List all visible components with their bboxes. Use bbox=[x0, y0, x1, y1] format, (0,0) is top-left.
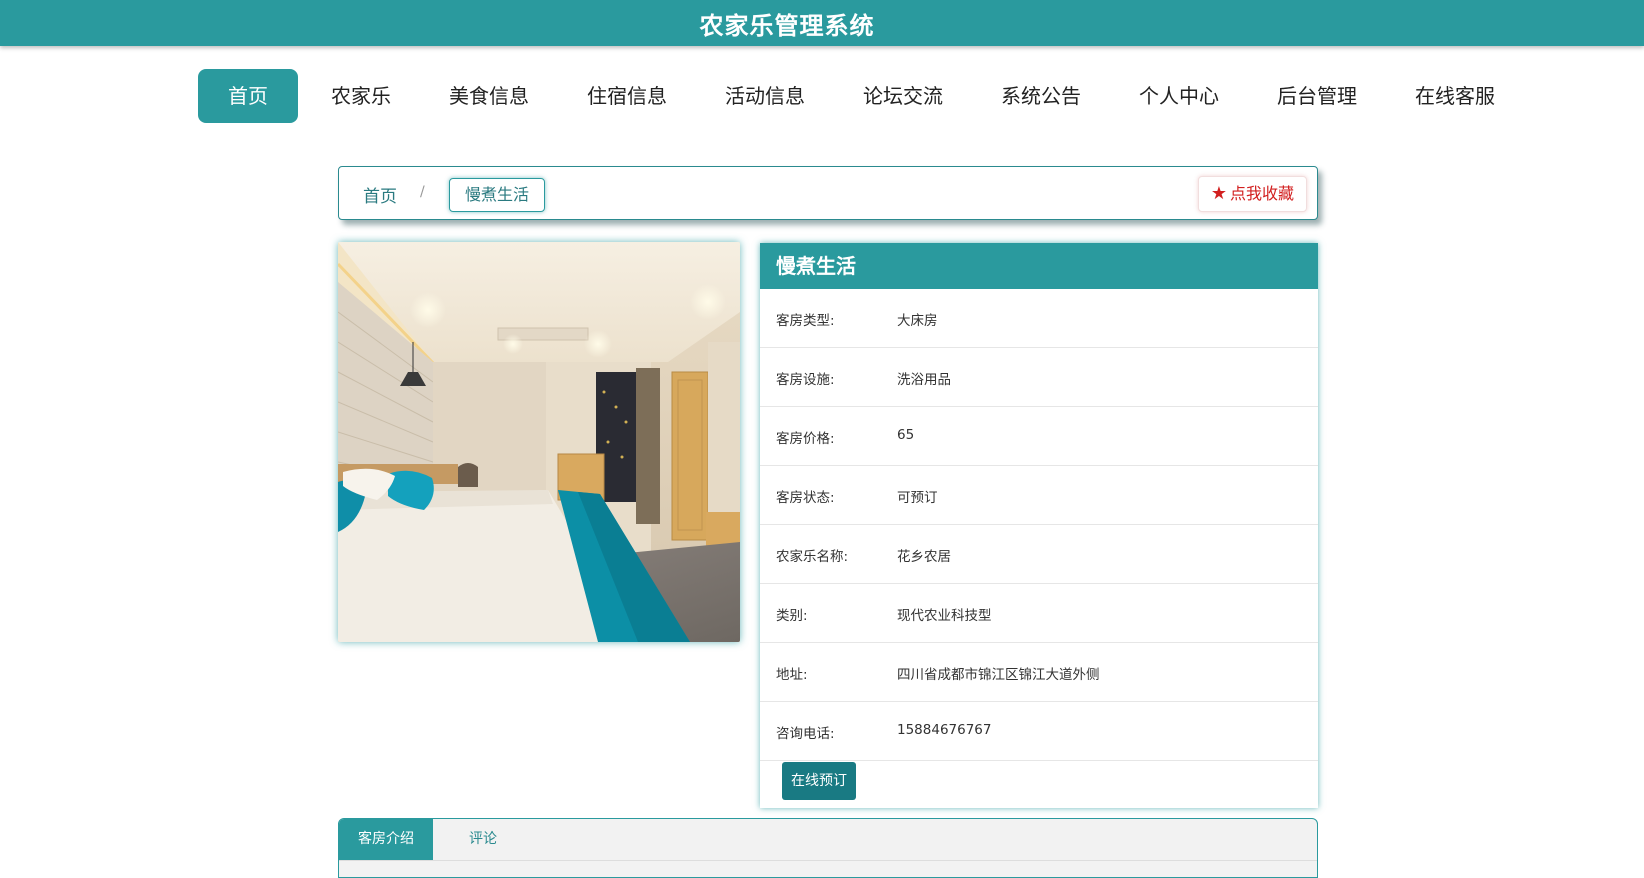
field-value: 大床房 bbox=[897, 313, 938, 329]
nav-item-support[interactable]: 在线客服 bbox=[1386, 69, 1524, 123]
nav-item-forum[interactable]: 论坛交流 bbox=[834, 69, 972, 123]
detail-row: 地址: 四川省成都市锦江区锦江大道外侧 bbox=[760, 643, 1318, 702]
detail-row: 客房设施: 洗浴用品 bbox=[760, 348, 1318, 407]
detail-row: 客房类型: 大床房 bbox=[760, 289, 1318, 348]
field-label: 农家乐名称: bbox=[776, 549, 849, 565]
field-value: 65 bbox=[897, 427, 915, 443]
detail-row: 客房价格: 65 bbox=[760, 407, 1318, 466]
breadcrumb: 首页 / 慢煮生活 ★ 点我收藏 bbox=[338, 166, 1318, 220]
field-label: 类别: bbox=[776, 608, 808, 624]
detail-row: 农家乐名称: 花乡农居 bbox=[760, 525, 1318, 584]
breadcrumb-home-link[interactable]: 首页 bbox=[363, 182, 397, 207]
field-value: 花乡农居 bbox=[897, 549, 951, 565]
nav-item-activities[interactable]: 活动信息 bbox=[696, 69, 834, 123]
field-value: 15884676767 bbox=[897, 722, 992, 738]
breadcrumb-separator: / bbox=[420, 184, 425, 200]
nav-item-lodging[interactable]: 住宿信息 bbox=[558, 69, 696, 123]
field-label: 客房价格: bbox=[776, 431, 835, 447]
field-value: 洗浴用品 bbox=[897, 372, 951, 388]
content-tabs: 客房介绍 评论 bbox=[338, 818, 1318, 878]
field-value: 现代农业科技型 bbox=[897, 608, 992, 624]
detail-row: 客房状态: 可预订 bbox=[760, 466, 1318, 525]
favorite-button-label: 点我收藏 bbox=[1229, 184, 1294, 203]
book-online-button[interactable]: 在线预订 bbox=[782, 762, 856, 800]
field-label: 客房设施: bbox=[776, 372, 835, 388]
field-label: 咨询电话: bbox=[776, 726, 835, 742]
favorite-button[interactable]: ★ 点我收藏 bbox=[1197, 176, 1307, 212]
site-title: 农家乐管理系统 bbox=[699, 11, 875, 40]
nav-item-home[interactable]: 首页 bbox=[198, 69, 298, 123]
nav-item-food[interactable]: 美食信息 bbox=[420, 69, 558, 123]
tab-room-intro[interactable]: 客房介绍 bbox=[339, 819, 433, 860]
main-nav: 首页 农家乐 美食信息 住宿信息 活动信息 论坛交流 系统公告 个人中心 后台管… bbox=[198, 69, 1524, 123]
field-value: 可预订 bbox=[897, 490, 938, 506]
field-label: 地址: bbox=[776, 667, 808, 683]
star-icon: ★ bbox=[1210, 183, 1227, 204]
room-photo bbox=[338, 242, 740, 642]
breadcrumb-current[interactable]: 慢煮生活 bbox=[449, 178, 546, 212]
top-header: 农家乐管理系统 bbox=[0, 0, 1644, 46]
field-label: 客房状态: bbox=[776, 490, 835, 506]
nav-item-profile[interactable]: 个人中心 bbox=[1110, 69, 1248, 123]
room-detail-panel: 慢煮生活 客房类型: 大床房 客房设施: 洗浴用品 客房价格: 65 客房状态:… bbox=[760, 243, 1318, 808]
nav-item-announcements[interactable]: 系统公告 bbox=[972, 69, 1110, 123]
nav-item-farmhouse[interactable]: 农家乐 bbox=[302, 69, 420, 123]
tabs-divider bbox=[339, 860, 1317, 861]
field-value: 四川省成都市锦江区锦江大道外侧 bbox=[897, 667, 1100, 683]
detail-row: 类别: 现代农业科技型 bbox=[760, 584, 1318, 643]
detail-row: 咨询电话: 15884676767 bbox=[760, 702, 1318, 761]
tab-comments[interactable]: 评论 bbox=[469, 819, 497, 860]
room-title: 慢煮生活 bbox=[760, 243, 1318, 289]
nav-item-admin[interactable]: 后台管理 bbox=[1248, 69, 1386, 123]
field-label: 客房类型: bbox=[776, 313, 835, 329]
